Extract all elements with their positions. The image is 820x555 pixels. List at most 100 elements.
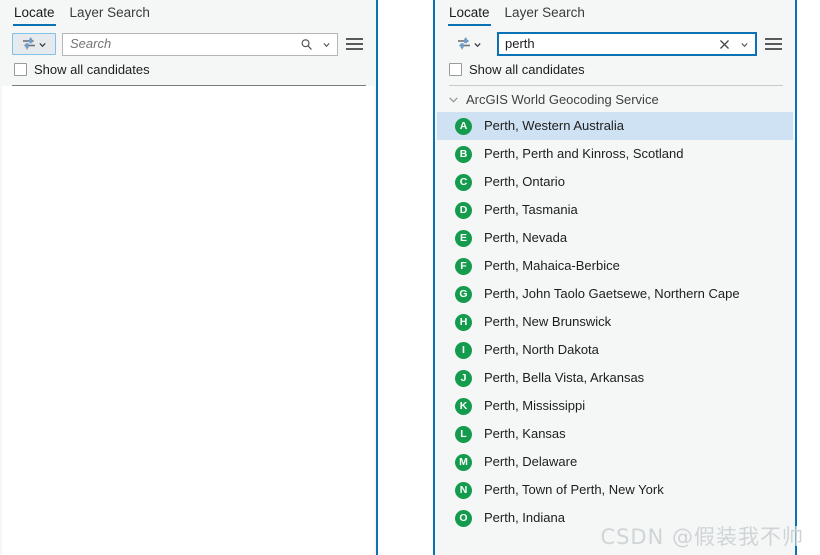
tab-locate[interactable]: Locate bbox=[447, 0, 497, 27]
locator-settings-button[interactable] bbox=[12, 33, 56, 55]
result-label: Perth, North Dakota bbox=[484, 342, 599, 357]
locate-options-menu-button[interactable] bbox=[763, 33, 785, 55]
result-row[interactable]: B Perth, Perth and Kinross, Scotland bbox=[437, 140, 793, 168]
result-marker-badge: E bbox=[455, 229, 472, 247]
hamburger-menu-icon bbox=[346, 38, 363, 40]
result-marker-badge: L bbox=[455, 425, 472, 443]
screenshot-stage: Locate Layer Search Search Show all cand… bbox=[0, 0, 820, 555]
tab-layer-search-label: Layer Search bbox=[504, 5, 585, 20]
result-marker-badge: N bbox=[455, 481, 472, 499]
locator-settings-icon bbox=[22, 37, 35, 50]
result-row[interactable]: L Perth, Kansas bbox=[437, 420, 793, 448]
result-row[interactable]: K Perth, Mississippi bbox=[437, 392, 793, 420]
locate-options-menu-button[interactable] bbox=[344, 33, 366, 55]
result-label: Perth, Kansas bbox=[484, 426, 566, 441]
geocoding-service-group-header[interactable]: ArcGIS World Geocoding Service bbox=[437, 87, 793, 112]
result-label: Perth, Mississippi bbox=[484, 398, 586, 413]
result-marker-badge: O bbox=[455, 509, 472, 527]
result-label: Perth, Nevada bbox=[484, 230, 568, 245]
show-all-candidates-checkbox[interactable] bbox=[449, 63, 462, 76]
locate-results-empty-area bbox=[2, 86, 374, 555]
search-input[interactable]: Search bbox=[62, 32, 338, 56]
locate-pane-results: Locate Layer Search perth Show all candi… bbox=[433, 0, 797, 555]
tab-locate-label: Locate bbox=[14, 5, 55, 20]
show-all-candidates-row[interactable]: Show all candidates bbox=[435, 59, 795, 81]
chevron-down-icon bbox=[740, 42, 748, 47]
result-row[interactable]: C Perth, Ontario bbox=[437, 168, 793, 196]
search-input[interactable]: perth bbox=[497, 32, 757, 56]
chevron-down-icon bbox=[322, 42, 330, 47]
result-marker-badge: H bbox=[455, 313, 472, 331]
hamburger-menu-icon bbox=[765, 38, 782, 40]
result-row[interactable]: H Perth, New Brunswick bbox=[437, 308, 793, 336]
result-marker-badge: K bbox=[455, 397, 472, 415]
clear-search-button[interactable] bbox=[713, 34, 735, 55]
search-options-dropdown[interactable] bbox=[317, 34, 335, 55]
search-options-dropdown[interactable] bbox=[735, 34, 753, 55]
locator-settings-icon bbox=[457, 37, 470, 50]
hamburger-menu-icon bbox=[765, 43, 782, 45]
result-row[interactable]: M Perth, Delaware bbox=[437, 448, 793, 476]
right-tabstrip: Locate Layer Search bbox=[435, 0, 795, 29]
tab-locate-label: Locate bbox=[449, 5, 490, 20]
clear-x-icon bbox=[719, 39, 729, 49]
search-icon bbox=[301, 38, 312, 50]
chevron-down-icon bbox=[473, 42, 481, 47]
result-marker-badge: A bbox=[455, 117, 472, 135]
hamburger-menu-icon bbox=[346, 48, 363, 50]
hamburger-menu-icon bbox=[346, 43, 363, 45]
result-row[interactable]: E Perth, Nevada bbox=[437, 224, 793, 252]
result-label: Perth, Tasmania bbox=[484, 202, 578, 217]
hamburger-menu-icon bbox=[765, 48, 782, 50]
show-all-candidates-row[interactable]: Show all candidates bbox=[0, 59, 376, 81]
result-marker-badge: C bbox=[455, 173, 472, 191]
result-marker-badge: G bbox=[455, 285, 472, 303]
left-tabstrip: Locate Layer Search bbox=[0, 0, 376, 29]
search-input-value: perth bbox=[505, 36, 535, 51]
result-label: Perth, Town of Perth, New York bbox=[484, 482, 664, 497]
show-all-candidates-checkbox[interactable] bbox=[14, 63, 27, 76]
tab-locate[interactable]: Locate bbox=[12, 0, 62, 27]
tab-layer-search-label: Layer Search bbox=[69, 5, 150, 20]
locator-settings-button[interactable] bbox=[447, 33, 491, 55]
right-divider bbox=[449, 85, 783, 86]
result-row[interactable]: J Perth, Bella Vista, Arkansas bbox=[437, 364, 793, 392]
locate-pane-empty: Locate Layer Search Search Show all cand… bbox=[0, 0, 378, 555]
search-icon-button[interactable] bbox=[295, 34, 317, 55]
result-marker-badge: J bbox=[455, 369, 472, 387]
result-label: Perth, Indiana bbox=[484, 510, 565, 525]
tab-layer-search[interactable]: Layer Search bbox=[62, 0, 157, 27]
locate-results-area: ArcGIS World Geocoding Service A Perth, W… bbox=[437, 87, 793, 555]
chevron-down-icon bbox=[449, 97, 458, 103]
geocoding-service-group-title: ArcGIS World Geocoding Service bbox=[466, 91, 659, 107]
result-marker-badge: M bbox=[455, 453, 472, 471]
result-label: Perth, Ontario bbox=[484, 174, 565, 189]
result-label: Perth, Delaware bbox=[484, 454, 578, 469]
results-scrollbar[interactable] bbox=[791, 87, 793, 555]
result-row[interactable]: N Perth, Town of Perth, New York bbox=[437, 476, 793, 504]
result-marker-badge: I bbox=[455, 341, 472, 359]
result-row[interactable]: O Perth, Indiana bbox=[437, 504, 793, 532]
result-row[interactable]: I Perth, North Dakota bbox=[437, 336, 793, 364]
result-marker-badge: B bbox=[455, 145, 472, 163]
result-label: Perth, John Taolo Gaetsewe, Northern Cap… bbox=[484, 286, 740, 301]
show-all-candidates-label: Show all candidates bbox=[469, 61, 585, 77]
result-label: Perth, Western Australia bbox=[484, 118, 624, 133]
result-marker-badge: F bbox=[455, 257, 472, 275]
result-row[interactable]: A Perth, Western Australia bbox=[437, 112, 793, 140]
result-label: Perth, Bella Vista, Arkansas bbox=[484, 370, 645, 385]
search-input-placeholder: Search bbox=[70, 36, 112, 51]
show-all-candidates-label: Show all candidates bbox=[34, 61, 150, 77]
left-search-row: Search bbox=[0, 29, 376, 59]
tab-layer-search[interactable]: Layer Search bbox=[497, 0, 592, 27]
result-row[interactable]: G Perth, John Taolo Gaetsewe, Northern Ca… bbox=[437, 280, 793, 308]
result-label: Perth, Mahaica-Berbice bbox=[484, 258, 620, 273]
result-label: Perth, Perth and Kinross, Scotland bbox=[484, 146, 684, 161]
result-marker-badge: D bbox=[455, 201, 472, 219]
result-row[interactable]: F Perth, Mahaica-Berbice bbox=[437, 252, 793, 280]
chevron-down-icon bbox=[38, 42, 46, 47]
right-search-row: perth bbox=[435, 29, 795, 59]
result-row[interactable]: D Perth, Tasmania bbox=[437, 196, 793, 224]
locate-results-list: A Perth, Western Australia B Perth, Perth a… bbox=[437, 112, 793, 532]
result-label: Perth, New Brunswick bbox=[484, 314, 612, 329]
